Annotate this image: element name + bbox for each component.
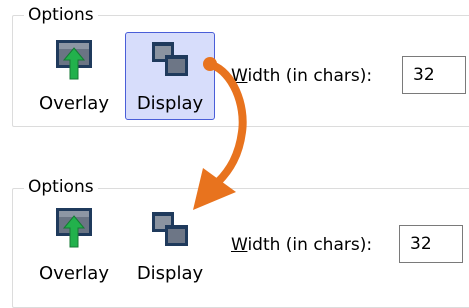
- width-input-top[interactable]: [402, 56, 466, 94]
- width-label-text: idth (in chars):: [247, 235, 373, 255]
- display-button-label: Display: [136, 263, 204, 284]
- width-input-bottom[interactable]: [399, 225, 463, 263]
- width-label-text: idth (in chars):: [247, 66, 373, 86]
- display-button-label: Display: [136, 93, 204, 114]
- options-group-legend-bottom: Options: [24, 177, 98, 197]
- overlay-button-bottom[interactable]: Overlay: [30, 204, 118, 288]
- overlay-icon: [55, 39, 93, 85]
- overlay-button-top[interactable]: Overlay: [30, 34, 118, 118]
- overlay-icon: [55, 207, 93, 253]
- overlay-button-label: Overlay: [39, 93, 109, 114]
- width-label-mnemonic: W: [231, 235, 248, 255]
- display-button-bottom[interactable]: Display: [125, 204, 215, 288]
- display-button-top[interactable]: Display: [125, 32, 215, 120]
- overlay-button-label: Overlay: [39, 263, 109, 284]
- width-label-mnemonic: W: [231, 66, 248, 86]
- width-label-top: Width (in chars):: [231, 66, 372, 86]
- display-windows-icon: [150, 209, 190, 253]
- width-label-bottom: Width (in chars):: [231, 235, 372, 255]
- display-windows-icon: [150, 39, 190, 83]
- options-group-legend-top: Options: [24, 5, 98, 25]
